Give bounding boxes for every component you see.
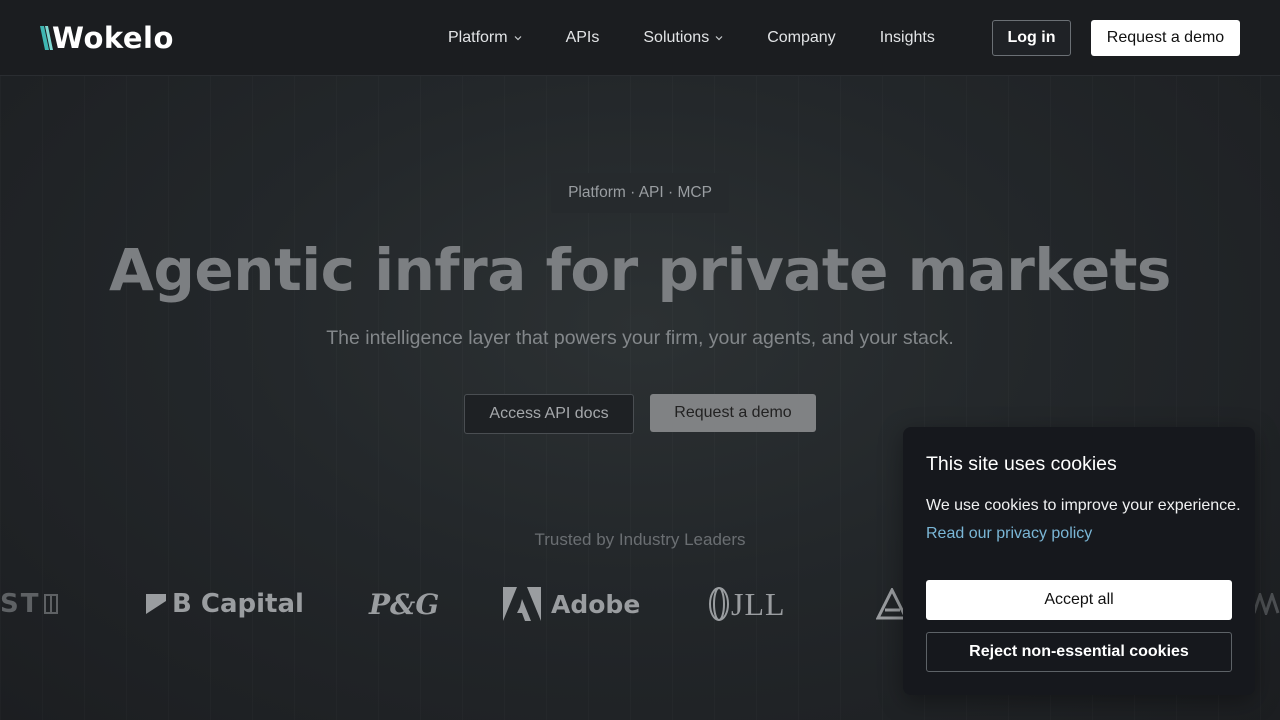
b-capital-logo: B Capital	[146, 580, 304, 628]
hero-subtitle: The intelligence layer that powers your …	[326, 327, 954, 349]
nav-item-platform[interactable]: Platform	[448, 29, 522, 47]
building-icon	[44, 594, 59, 614]
cookie-banner: This site uses cookies We use cookies to…	[903, 427, 1255, 695]
partial-right-logo	[1254, 580, 1280, 628]
cookie-title: This site uses cookies	[926, 453, 1117, 475]
wokelo-logo[interactable]: Wokelo	[40, 20, 174, 56]
nav-item-insights[interactable]: Insights	[880, 29, 935, 47]
privacy-policy-link[interactable]: Read our privacy policy	[926, 525, 1092, 543]
partial-logo-icon	[1254, 593, 1280, 615]
nav-item-label: Platform	[448, 29, 508, 46]
jll-icon	[709, 587, 729, 621]
chevron-down-icon	[514, 36, 522, 41]
logo-text: Wokelo	[52, 21, 174, 55]
nav-item-label: Insights	[879, 29, 935, 46]
adobe-logo: Adobe	[503, 580, 640, 628]
cookie-text: We use cookies to improve your experienc…	[926, 497, 1241, 514]
access-api-docs-button[interactable]: Access API docs	[464, 394, 634, 434]
jll-logo: JLL	[709, 580, 786, 628]
chevron-down-icon	[715, 36, 723, 41]
nav-item-label: APIs	[565, 29, 600, 46]
partial-logo: ST	[0, 580, 59, 628]
reject-cookies-button[interactable]: Reject non-essential cookies	[926, 632, 1232, 672]
hero-title: Agentic infra for private markets	[109, 236, 1171, 304]
request-demo-hero-button[interactable]: Request a demo	[650, 394, 816, 432]
nav-item-label: Company	[767, 29, 836, 46]
adobe-icon	[503, 587, 541, 621]
nav-item-apis[interactable]: APIs	[566, 29, 600, 47]
logo-label: Adobe	[551, 589, 641, 619]
logo-label: P&G	[369, 587, 440, 621]
nav-menu: Platform APIs Solutions Company Insights	[448, 24, 935, 52]
nav-item-company[interactable]: Company	[767, 29, 835, 47]
nav-item-label: Solutions	[643, 29, 710, 46]
platform-badge: Platform · API · MCP	[551, 173, 729, 213]
top-navigation: Wokelo Platform APIs Solutions Company I…	[0, 0, 1280, 76]
request-demo-nav-button[interactable]: Request a demo	[1091, 20, 1240, 56]
pg-logo: P&G	[369, 580, 439, 628]
login-button[interactable]: Log in	[992, 20, 1071, 56]
nav-item-solutions[interactable]: Solutions	[643, 29, 723, 47]
accept-all-button[interactable]: Accept all	[926, 580, 1232, 620]
b-capital-icon	[146, 594, 166, 614]
logo-label: B Capital	[172, 589, 304, 619]
logo-label: JLL	[731, 585, 786, 622]
logo-label: ST	[0, 589, 41, 619]
